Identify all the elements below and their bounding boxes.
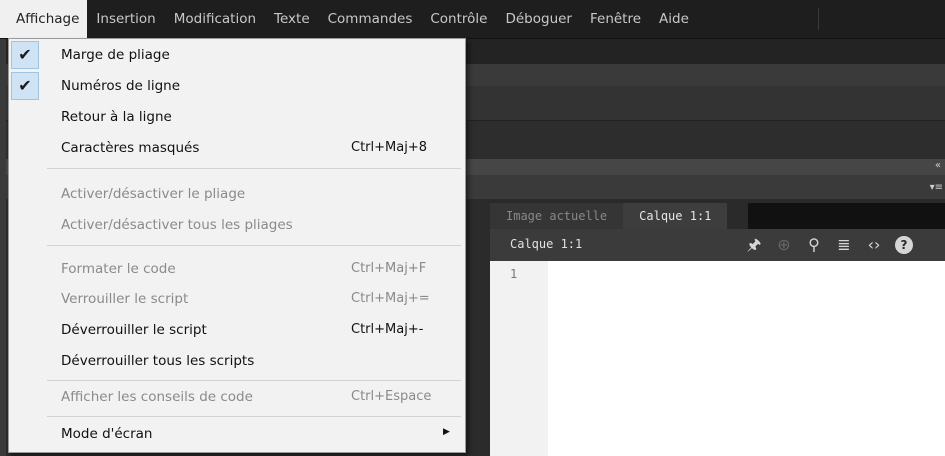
menu-item-shortcut: Ctrl+Maj+= (351, 291, 430, 306)
checkmark-icon: ✔ (11, 41, 39, 69)
menu-item-label: Déverrouiller le script (61, 322, 207, 338)
panel-options-icon[interactable]: ▾≡ (930, 182, 943, 193)
menu-texte[interactable]: Texte (265, 0, 319, 38)
crosshair-icon[interactable]: ⊕ (775, 234, 793, 256)
menu-item-shortcut: Ctrl+Maj+- (351, 322, 424, 337)
menu-deboguer[interactable]: Déboguer (496, 0, 581, 38)
menu-item-retour-a-la-ligne[interactable]: Retour à la ligne (9, 102, 465, 132)
menu-controle[interactable]: Contrôle (421, 0, 496, 38)
pin-icon[interactable]: 🖈 (745, 234, 763, 256)
line-number: 1 (510, 267, 518, 281)
menu-item-label: Activer/désactiver le pliage (61, 186, 246, 202)
code-editor[interactable] (548, 261, 945, 456)
menu-item-label: Activer/désactiver tous les pliages (61, 217, 293, 233)
menubar-divider (818, 8, 819, 30)
line-number-gutter: 1 (490, 261, 548, 456)
menu-item-label: Mode d'écran (61, 426, 153, 442)
menu-item-marge-de-pliage[interactable]: ✔ Marge de pliage (9, 40, 465, 70)
menu-item-deverrouiller-tous-scripts[interactable]: Déverrouiller tous les scripts (9, 346, 465, 376)
menu-item-label: Afficher les conseils de code (61, 389, 253, 405)
menu-aide[interactable]: Aide (650, 0, 698, 38)
menu-fenetre[interactable]: Fenêtre (581, 0, 650, 38)
checkmark-icon: ✔ (11, 72, 39, 100)
menu-affichage[interactable]: Affichage (0, 0, 88, 38)
menu-item-verrouiller-le-script[interactable]: Verrouiller le script Ctrl+Maj+= (9, 284, 465, 314)
tab-calque[interactable]: Calque 1:1 (623, 203, 728, 229)
affichage-dropdown: ✔ Marge de pliage ✔ Numéros de ligne Ret… (8, 38, 466, 453)
menu-item-label: Formater le code (61, 261, 176, 277)
menu-commandes[interactable]: Commandes (319, 0, 422, 38)
submenu-arrow-icon: ▶ (443, 427, 450, 437)
collapse-panel-icon[interactable]: « (935, 160, 941, 171)
menu-separator (47, 416, 461, 417)
menu-separator (47, 168, 461, 169)
menu-item-numeros-de-ligne[interactable]: ✔ Numéros de ligne (9, 71, 465, 101)
menu-separator (47, 245, 461, 246)
menu-item-label: Marge de pliage (61, 47, 170, 63)
menu-bar: Affichage Insertion Modification Texte C… (0, 0, 945, 39)
menu-item-caracteres-masques[interactable]: Caractères masqués Ctrl+Maj+8 (9, 133, 465, 163)
menu-modification[interactable]: Modification (165, 0, 265, 38)
left-dock-strip (0, 38, 6, 456)
search-icon[interactable]: ⚲ (805, 234, 823, 256)
format-lines-icon[interactable]: ≣ (835, 234, 853, 256)
menu-item-label: Numéros de ligne (61, 78, 181, 94)
help-icon[interactable]: ? (895, 236, 913, 254)
script-panel: Image actuelle Calque 1:1 Calque 1:1 🖈 ⊕… (490, 200, 945, 456)
menu-item-activer-pliage[interactable]: Activer/désactiver le pliage (9, 179, 465, 209)
menu-item-mode-d-ecran[interactable]: Mode d'écran ▶ (9, 419, 465, 449)
menu-item-shortcut: Ctrl+Maj+8 (351, 140, 427, 155)
menu-item-afficher-conseils[interactable]: Afficher les conseils de code Ctrl+Espac… (9, 382, 465, 412)
menu-item-shortcut: Ctrl+Maj+F (351, 261, 427, 276)
script-target-label: Calque 1:1 (510, 237, 583, 251)
menu-item-activer-tous-pliages[interactable]: Activer/désactiver tous les pliages (9, 210, 465, 240)
tab-bar-fill (748, 203, 945, 229)
menu-item-label: Caractères masqués (61, 140, 200, 156)
menu-item-label: Verrouiller le script (61, 291, 189, 307)
panel-tabs: Image actuelle Calque 1:1 (490, 203, 728, 229)
tab-image-actuelle[interactable]: Image actuelle (490, 203, 624, 229)
menu-item-deverrouiller-le-script[interactable]: Déverrouiller le script Ctrl+Maj+- (9, 315, 465, 345)
menu-item-label: Déverrouiller tous les scripts (61, 353, 255, 369)
menu-item-formater-le-code[interactable]: Formater le code Ctrl+Maj+F (9, 254, 465, 284)
code-brackets-icon[interactable]: ‹› (865, 234, 883, 256)
menu-separator (47, 380, 461, 381)
menu-item-label: Retour à la ligne (61, 109, 172, 125)
menu-insertion[interactable]: Insertion (87, 0, 164, 38)
script-toolbar: Calque 1:1 🖈 ⊕ ⚲ ≣ ‹› ? (490, 229, 945, 261)
menu-item-shortcut: Ctrl+Espace (351, 389, 432, 404)
